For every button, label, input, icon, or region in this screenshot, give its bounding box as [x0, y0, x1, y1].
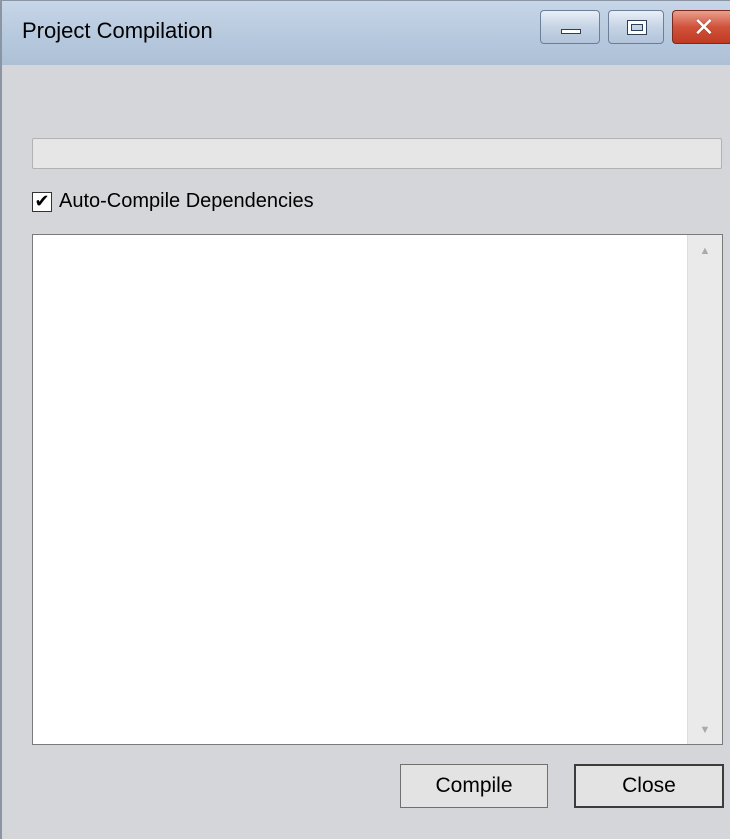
close-button[interactable]: Close — [574, 764, 724, 808]
project-compilation-window: Project Compilation ✕ ✔ Auto-Compile Dep… — [0, 0, 730, 839]
title-bar[interactable]: Project Compilation ✕ — [2, 1, 730, 65]
minimize-icon — [561, 29, 581, 34]
maximize-icon — [627, 20, 647, 35]
compile-button[interactable]: Compile — [400, 764, 548, 808]
checkmark-icon: ✔ — [34, 191, 50, 211]
compile-progress-bar — [32, 138, 722, 169]
output-scrollbar[interactable]: ▲ ▼ — [687, 235, 722, 744]
minimize-button[interactable] — [540, 10, 600, 44]
close-window-button[interactable]: ✕ — [672, 10, 730, 44]
close-icon: ✕ — [693, 12, 715, 42]
window-title: Project Compilation — [22, 18, 213, 43]
scroll-up-icon[interactable]: ▲ — [688, 245, 722, 257]
maximize-button[interactable] — [608, 10, 664, 44]
compile-output-textarea[interactable]: ▲ ▼ — [32, 234, 723, 745]
scroll-down-icon[interactable]: ▼ — [688, 724, 722, 736]
auto-compile-checkbox[interactable]: ✔ — [32, 192, 52, 212]
auto-compile-label[interactable]: Auto-Compile Dependencies — [59, 190, 314, 213]
